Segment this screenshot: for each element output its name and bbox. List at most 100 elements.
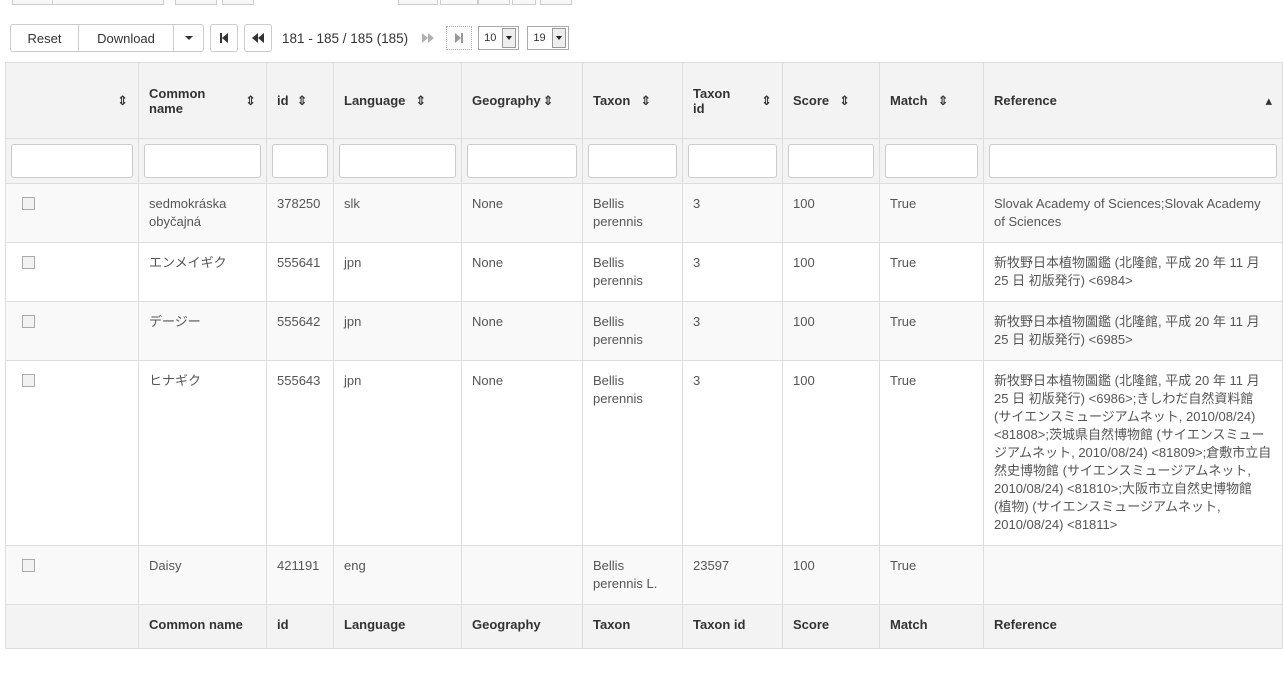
taxon-cell: Bellis perennis: [582, 301, 683, 361]
common-names-table: ⇕ Common name ⇕ id ⇕ Language ⇕ Geography ⇕ …: [5, 62, 1283, 649]
language-filter-input[interactable]: [339, 144, 456, 178]
score-cell: 100: [782, 545, 880, 605]
common-name-cell: Daisy: [138, 545, 267, 605]
taxon-cell: Bellis perennis L.: [582, 545, 683, 605]
reference-cell: [983, 545, 1283, 605]
language-cell: jpn: [333, 360, 462, 546]
match-cell: True: [879, 242, 984, 302]
score-filter-input[interactable]: [788, 144, 874, 178]
table-row: デージー 555642 jpn None Bellis perennis 3 1…: [5, 301, 1283, 361]
select-column-header[interactable]: ⇕: [5, 62, 139, 139]
taxon-id-filter-input[interactable]: [688, 144, 777, 178]
language-cell: jpn: [333, 301, 462, 361]
match-column-header[interactable]: Match ⇕: [879, 62, 984, 139]
geography-cell: None: [461, 242, 583, 302]
footer-common-name-label: Common name: [138, 604, 267, 649]
geography-cell: None: [461, 301, 583, 361]
page-size-select[interactable]: 10: [478, 26, 520, 50]
footer-id-label: id: [266, 604, 334, 649]
geography-cell: [461, 545, 583, 605]
taxon-id-column-header[interactable]: Taxon id ⇕: [682, 62, 783, 139]
footer-score-label: Score: [782, 604, 880, 649]
score-cell: 100: [782, 360, 880, 546]
last-page-button[interactable]: [446, 26, 473, 50]
footer-geography-label: Geography: [461, 604, 583, 649]
page-number-select[interactable]: 19: [527, 26, 569, 50]
footer-row: Common name id Language Geography Taxon …: [5, 604, 1283, 649]
reset-button[interactable]: Reset: [10, 24, 79, 52]
score-column-header[interactable]: Score ⇕: [782, 62, 880, 139]
select-filter-input[interactable]: [11, 144, 133, 178]
table-row: エンメイギク 555641 jpn None Bellis perennis 3…: [5, 242, 1283, 302]
id-cell: 555642: [266, 301, 334, 361]
reference-cell: 新牧野日本植物圖鑑 (北隆館, 平成 20 年 11 月 25 日 初版発行) …: [983, 301, 1283, 361]
common-name-cell: エンメイギク: [138, 242, 267, 302]
chevron-down-icon: [502, 28, 517, 48]
match-filter-input[interactable]: [885, 144, 978, 178]
table-row: Daisy 421191 eng Bellis perennis L. 2359…: [5, 545, 1283, 605]
export-button-group: Reset Download: [10, 24, 204, 52]
page-number-value: 19: [533, 32, 546, 44]
table-row: sedmokráska obyčajná 378250 slk None Bel…: [5, 183, 1283, 243]
common-name-column-header[interactable]: Common name ⇕: [138, 62, 267, 139]
language-cell: jpn: [333, 242, 462, 302]
score-cell: 100: [782, 301, 880, 361]
previous-page-button[interactable]: [244, 24, 272, 52]
sort-icon: ⇕: [640, 92, 652, 108]
geography-column-header[interactable]: Geography ⇕: [461, 62, 583, 139]
id-filter-input[interactable]: [272, 144, 328, 178]
taxon-cell: Bellis perennis: [582, 360, 683, 546]
sort-ascending-icon: ▴: [1265, 92, 1272, 108]
chevron-down-icon: [551, 28, 566, 48]
taxon-column-header[interactable]: Taxon ⇕: [582, 62, 683, 139]
filter-row: [5, 138, 1283, 184]
sort-icon: ⇕: [245, 92, 256, 108]
taxon-filter-input[interactable]: [588, 144, 677, 178]
next-page-icon: [422, 33, 435, 43]
sort-icon: ⇕: [542, 92, 554, 108]
table-toolbar: Reset Download 181 - 185 / 185 (185) 10 …: [10, 24, 569, 52]
sort-icon: ⇕: [761, 92, 772, 108]
match-cell: True: [879, 183, 984, 243]
download-button[interactable]: Download: [78, 24, 174, 52]
footer-language-label: Language: [333, 604, 462, 649]
match-cell: True: [879, 545, 984, 605]
reference-filter-input[interactable]: [989, 144, 1277, 178]
id-cell: 555643: [266, 360, 334, 546]
geography-filter-input[interactable]: [467, 144, 577, 178]
common-name-cell: sedmokráska obyčajná: [138, 183, 267, 243]
row-checkbox[interactable]: [22, 315, 35, 328]
taxon-id-cell: 3: [682, 360, 783, 546]
match-cell: True: [879, 360, 984, 546]
reference-column-header[interactable]: Reference ▴: [983, 62, 1283, 139]
footer-reference-label: Reference: [983, 604, 1283, 649]
header-row: ⇕ Common name ⇕ id ⇕ Language ⇕ Geography ⇕ …: [5, 62, 1283, 139]
sort-icon: ⇕: [296, 92, 308, 108]
taxon-cell: Bellis perennis: [582, 242, 683, 302]
geography-cell: None: [461, 183, 583, 243]
row-checkbox[interactable]: [22, 374, 35, 387]
first-page-icon: [220, 33, 228, 43]
footer-taxon-id-label: Taxon id: [682, 604, 783, 649]
sort-icon: ⇕: [937, 92, 949, 108]
reference-cell: Slovak Academy of Sciences;Slovak Academ…: [983, 183, 1283, 243]
footer-select-label: [5, 604, 139, 649]
language-cell: eng: [333, 545, 462, 605]
reference-cell: 新牧野日本植物圖鑑 (北隆館, 平成 20 年 11 月 25 日 初版発行) …: [983, 242, 1283, 302]
row-checkbox[interactable]: [22, 256, 35, 269]
taxon-id-cell: 3: [682, 242, 783, 302]
row-checkbox[interactable]: [22, 197, 35, 210]
first-page-button[interactable]: [210, 24, 238, 52]
sort-icon: ⇕: [415, 92, 427, 108]
download-dropdown-button[interactable]: [173, 24, 204, 52]
language-cell: slk: [333, 183, 462, 243]
row-checkbox[interactable]: [22, 559, 35, 572]
page-info-text: 181 - 185 / 185 (185): [282, 30, 409, 46]
language-column-header[interactable]: Language ⇕: [333, 62, 462, 139]
id-cell: 421191: [266, 545, 334, 605]
next-page-button[interactable]: [416, 24, 440, 52]
top-toolbar-remnant: [0, 0, 1283, 8]
caret-down-icon: [184, 36, 193, 40]
id-column-header[interactable]: id ⇕: [266, 62, 334, 139]
common-name-filter-input[interactable]: [144, 144, 261, 178]
